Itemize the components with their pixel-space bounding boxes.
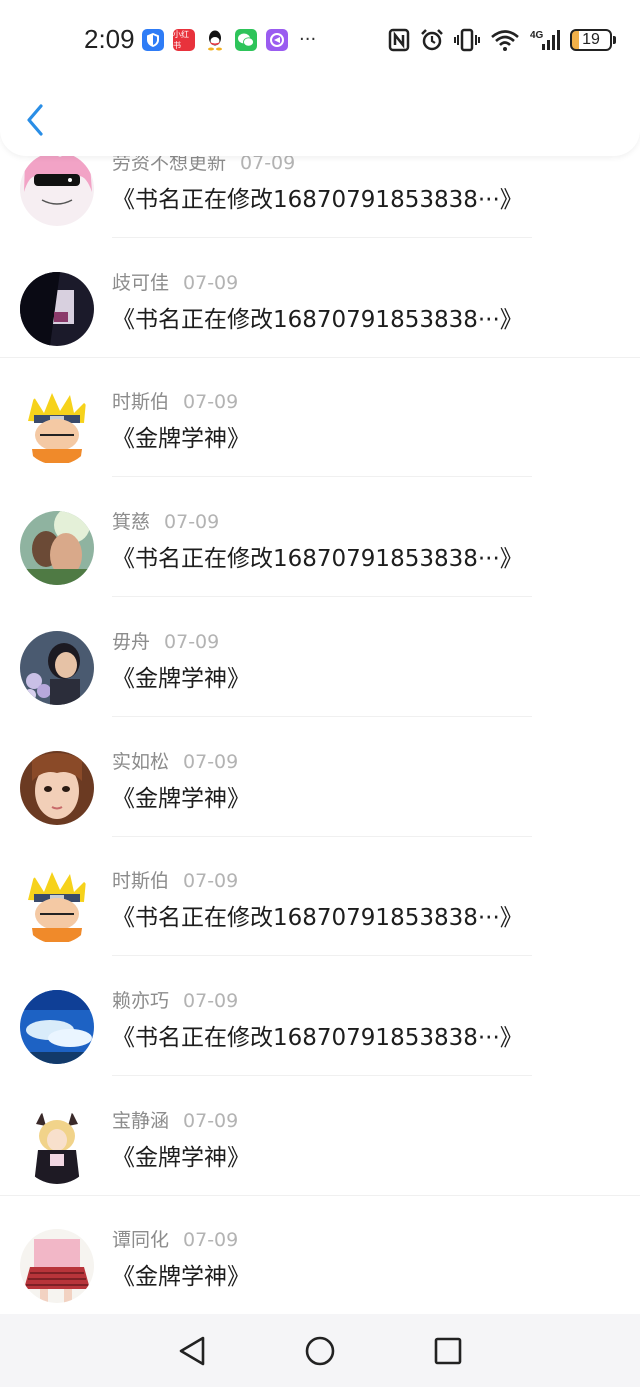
circle-home-icon <box>305 1336 335 1365</box>
book-title-link[interactable]: 《书名正在修改16870791853838···》 <box>112 1018 523 1052</box>
purple-app-icon <box>266 29 288 51</box>
user-name[interactable]: 箕慈 <box>112 511 150 533</box>
avatar[interactable] <box>20 1109 94 1184</box>
chevron-left-icon <box>27 104 43 136</box>
xiaohongshu-app-icon: 小红书 <box>173 29 195 51</box>
comment-meta: 时斯伯 07-09 <box>112 866 238 893</box>
list-item[interactable]: 赖亦巧 07-09 《书名正在修改16870791853838···》 <box>0 964 640 1084</box>
book-title-link[interactable]: 《金牌学神》 <box>112 779 250 813</box>
comment-meta: 赖亦巧 07-09 <box>112 986 238 1013</box>
list-item[interactable]: 时斯伯 07-09 《金牌学神》 <box>0 365 640 485</box>
row-divider <box>112 476 532 478</box>
post-date: 07-09 <box>164 630 220 653</box>
user-name[interactable]: 赖亦巧 <box>112 990 169 1012</box>
book-title-link[interactable]: 《书名正在修改16870791853838···》 <box>112 539 523 573</box>
back-button[interactable] <box>20 100 50 140</box>
avatar[interactable] <box>20 989 94 1064</box>
wifi-icon <box>490 28 520 52</box>
row-divider <box>112 955 532 957</box>
header-card: 2:09 小红书 ··· 4G 19 <box>0 0 640 156</box>
system-icons: 4G 19 <box>388 28 616 52</box>
cellular-signal-icon: 4G <box>530 28 560 52</box>
post-date: 07-09 <box>183 870 239 893</box>
user-name[interactable]: 宝静涵 <box>112 1110 169 1132</box>
comment-meta: 实如松 07-09 <box>112 747 238 774</box>
nav-home-button[interactable] <box>303 1334 337 1368</box>
svg-text:4G: 4G <box>530 30 544 41</box>
shield-app-icon <box>142 29 164 51</box>
avatar[interactable] <box>20 511 94 586</box>
user-name[interactable]: 实如松 <box>112 751 169 773</box>
book-title-link[interactable]: 《金牌学神》 <box>112 659 250 693</box>
alarm-icon <box>420 28 444 52</box>
comment-meta: 毋舟 07-09 <box>112 627 219 654</box>
system-nav-bar <box>0 1314 640 1387</box>
avatar[interactable] <box>20 271 94 346</box>
nav-back-button[interactable] <box>175 1334 209 1368</box>
post-date: 07-09 <box>183 271 239 294</box>
avatar[interactable] <box>20 1229 94 1304</box>
user-name[interactable]: 毋舟 <box>112 631 150 653</box>
status-bar: 2:09 小红书 ··· 4G 19 <box>0 0 640 82</box>
avatar[interactable] <box>20 870 94 945</box>
comment-meta: 歧可佳 07-09 <box>112 268 238 295</box>
row-divider <box>112 715 532 717</box>
notification-app-icons: 小红书 ··· <box>142 29 316 51</box>
row-divider <box>112 596 532 598</box>
comment-meta: 谭同化 07-09 <box>112 1225 238 1252</box>
post-date: 07-09 <box>164 511 220 534</box>
user-name[interactable]: 谭同化 <box>112 1229 169 1251</box>
list-item[interactable]: 毋舟 07-09 《金牌学神》 <box>0 605 640 725</box>
status-time: 2:09 <box>84 24 135 54</box>
book-title-link[interactable]: 《金牌学神》 <box>112 1138 250 1172</box>
list-item[interactable]: 歧可佳 07-09 《书名正在修改16870791853838···》 <box>0 246 640 366</box>
wechat-app-icon <box>235 29 257 51</box>
row-divider <box>112 237 532 238</box>
comment-meta: 时斯伯 07-09 <box>112 387 238 414</box>
user-name[interactable]: 时斯伯 <box>112 391 169 413</box>
list-item[interactable]: 谭同化 07-09 《金牌学神》 <box>0 1203 640 1323</box>
avatar[interactable] <box>20 630 94 705</box>
book-title-link[interactable]: 《金牌学神》 <box>112 1257 250 1291</box>
row-divider <box>112 1074 532 1076</box>
more-notifications-icon: ··· <box>299 29 317 50</box>
row-divider <box>0 356 640 358</box>
row-divider <box>0 1194 640 1196</box>
square-recent-icon <box>434 1337 462 1364</box>
post-date: 07-09 <box>183 750 239 773</box>
avatar[interactable] <box>20 152 94 226</box>
user-name[interactable]: 时斯伯 <box>112 870 169 892</box>
post-date: 07-09 <box>183 1229 239 1252</box>
post-date: 07-09 <box>183 989 239 1012</box>
vibrate-icon <box>454 28 480 52</box>
list-item[interactable]: 宝静涵 07-09 《金牌学神》 <box>0 1084 640 1204</box>
battery-indicator: 19 <box>570 29 616 51</box>
triangle-back-icon <box>179 1336 205 1365</box>
book-title-link[interactable]: 《书名正在修改16870791853838···》 <box>112 300 523 334</box>
book-title-link[interactable]: 《书名正在修改16870791853838···》 <box>112 180 523 214</box>
avatar[interactable] <box>20 391 94 466</box>
book-title-link[interactable]: 《金牌学神》 <box>112 419 250 453</box>
nfc-icon <box>388 28 410 52</box>
list-item[interactable]: 实如松 07-09 《金牌学神》 <box>0 725 640 845</box>
comment-meta: 宝静涵 07-09 <box>112 1106 238 1133</box>
book-title-link[interactable]: 《书名正在修改16870791853838···》 <box>112 898 523 932</box>
avatar[interactable] <box>20 750 94 825</box>
list-item[interactable]: 时斯伯 07-09 《书名正在修改16870791853838···》 <box>0 844 640 964</box>
nav-recent-button[interactable] <box>431 1334 465 1368</box>
qq-app-icon <box>204 29 226 51</box>
comment-meta: 箕慈 07-09 <box>112 507 219 534</box>
post-date: 07-09 <box>183 391 239 414</box>
post-date: 07-09 <box>183 1109 239 1132</box>
list-item[interactable]: 箕慈 07-09 《书名正在修改16870791853838···》 <box>0 485 640 605</box>
row-divider <box>112 835 532 837</box>
user-name[interactable]: 歧可佳 <box>112 272 169 294</box>
